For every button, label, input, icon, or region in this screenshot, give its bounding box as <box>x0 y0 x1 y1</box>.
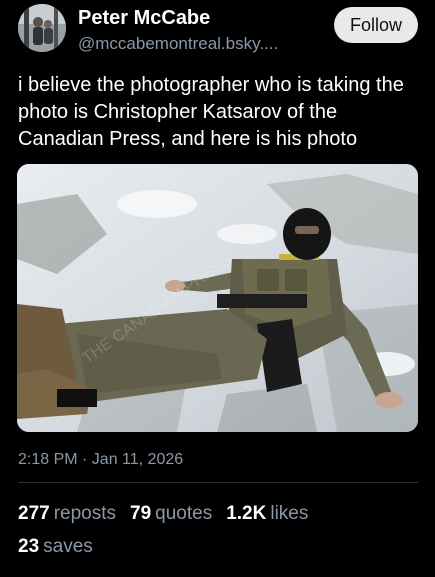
likes-stat[interactable]: 1.2K likes <box>226 497 308 530</box>
author-handle[interactable]: @mccabemontreal.bsky.... <box>78 34 278 54</box>
quotes-count: 79 <box>130 503 152 524</box>
author-display-name[interactable]: Peter McCabe <box>78 7 210 30</box>
engagement-stats: 277 reposts 79 quotes 1.2K likes 23 saves <box>18 497 418 563</box>
avatar[interactable] <box>18 4 66 52</box>
post-card: Peter McCabe @mccabemontreal.bsky.... Fo… <box>0 0 435 577</box>
follow-button[interactable]: Follow <box>334 7 418 43</box>
reposts-label: reposts <box>53 503 117 524</box>
reposts-count: 277 <box>18 503 50 524</box>
post-timestamp[interactable]: 2:18 PM · Jan 11, 2026 <box>18 451 183 469</box>
post-header: Peter McCabe @mccabemontreal.bsky.... Fo… <box>18 2 418 54</box>
post-photo[interactable]: THE CANADIAN PRESS <box>17 164 418 432</box>
likes-label: likes <box>270 503 309 524</box>
likes-count: 1.2K <box>226 503 267 524</box>
avatar-image <box>18 4 66 52</box>
post-text: i believe the photographer who is taking… <box>18 74 404 150</box>
saves-stat[interactable]: 23 saves <box>18 530 93 563</box>
photo-image: THE CANADIAN PRESS <box>17 164 418 432</box>
divider <box>18 482 418 483</box>
quotes-stat[interactable]: 79 quotes <box>130 497 212 530</box>
quotes-label: quotes <box>155 503 213 524</box>
saves-label: saves <box>43 536 93 557</box>
saves-count: 23 <box>18 536 40 557</box>
reposts-stat[interactable]: 277 reposts <box>18 497 116 530</box>
